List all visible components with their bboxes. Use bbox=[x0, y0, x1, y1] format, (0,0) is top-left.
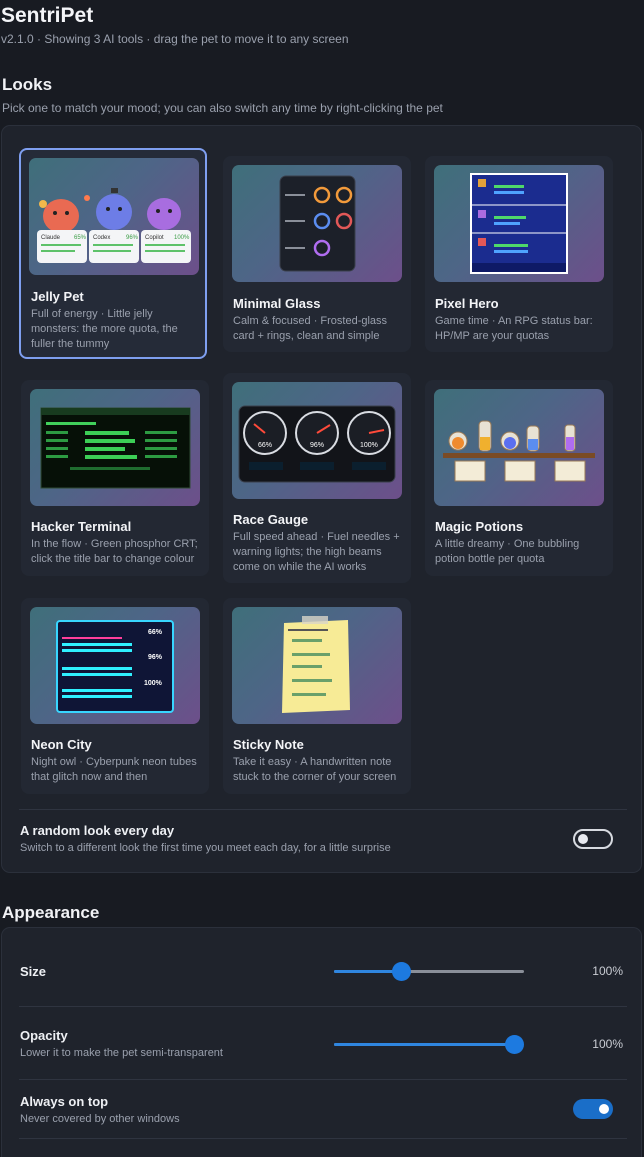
look-card-sticky-note[interactable]: Sticky Note Take it easy · A handwritten… bbox=[223, 598, 411, 794]
look-card-neon-city[interactable]: 66% 96% 100% Neon City Night owl · Cyber… bbox=[21, 598, 209, 794]
neon-pct-1: 66% bbox=[148, 629, 163, 636]
card-name: Pixel Hero bbox=[435, 296, 499, 311]
size-slider-fill bbox=[334, 970, 401, 973]
always-on-top-desc: Never covered by other windows bbox=[20, 1113, 180, 1125]
random-look-toggle[interactable] bbox=[573, 829, 613, 849]
size-label: Size bbox=[20, 964, 47, 979]
divider bbox=[19, 1138, 627, 1139]
sticky-note-preview bbox=[232, 607, 402, 724]
looks-title: Looks bbox=[2, 75, 53, 94]
looks-description: Pick one to match your mood; you can als… bbox=[2, 101, 443, 115]
opacity-value: 100% bbox=[592, 1037, 623, 1051]
size-slider[interactable] bbox=[334, 962, 524, 981]
random-look-desc: Switch to a different look the first tim… bbox=[20, 842, 391, 854]
neon-city-preview: 66% 96% 100% bbox=[30, 607, 200, 724]
jelly-tool-3: Copilot bbox=[145, 235, 164, 241]
look-card-race-gauge[interactable]: 66% 96% 100% Race Gauge Full speed ahead… bbox=[223, 373, 411, 583]
neon-pct-2: 96% bbox=[148, 654, 163, 661]
card-name: Sticky Note bbox=[233, 737, 304, 752]
card-desc: Full speed ahead · Fuel needles + warnin… bbox=[233, 531, 400, 573]
card-desc: Game time · An RPG status bar: HP/MP are… bbox=[435, 315, 593, 342]
look-card-jelly-pet[interactable]: Claude 65% Codex 96% Copilot 100% Jelly … bbox=[19, 148, 207, 359]
race-gauge-preview: 66% 96% 100% bbox=[232, 382, 402, 499]
always-on-top-toggle[interactable] bbox=[573, 1099, 613, 1119]
app-title: SentriPet bbox=[1, 4, 94, 27]
size-value: 100% bbox=[592, 964, 623, 978]
look-card-pixel-hero[interactable]: Pixel Hero Game time · An RPG status bar… bbox=[425, 156, 613, 352]
card-name: Neon City bbox=[31, 737, 92, 752]
card-desc: Full of energy · Little jelly monsters: … bbox=[31, 308, 178, 350]
neon-pct-3: 100% bbox=[144, 680, 163, 687]
card-name: Magic Potions bbox=[435, 519, 524, 534]
pixel-hero-preview bbox=[434, 165, 604, 282]
app-subtitle: v2.1.0 · Showing 3 AI tools · drag the p… bbox=[1, 32, 349, 46]
hacker-terminal-preview bbox=[30, 389, 200, 506]
appearance-title: Appearance bbox=[2, 903, 100, 922]
card-name: Race Gauge bbox=[233, 512, 309, 527]
opacity-slider-thumb[interactable] bbox=[505, 1035, 524, 1054]
jelly-pct-1: 65% bbox=[74, 235, 87, 241]
card-desc: Take it easy · A handwritten note stuck … bbox=[233, 756, 397, 783]
divider bbox=[19, 809, 627, 810]
jelly-pet-preview: Claude 65% Codex 96% Copilot 100% bbox=[29, 158, 199, 275]
jelly-tool-1: Claude bbox=[41, 235, 61, 241]
card-desc: Calm & focused · Frosted-glass card + ri… bbox=[233, 315, 388, 342]
random-look-label: A random look every day bbox=[20, 823, 175, 838]
jelly-tool-2: Codex bbox=[93, 235, 110, 241]
looks-panel: Claude 65% Codex 96% Copilot 100% Jelly … bbox=[1, 125, 642, 873]
opacity-slider-fill bbox=[334, 1043, 514, 1046]
look-card-magic-potions[interactable]: Magic Potions A little dreamy · One bubb… bbox=[425, 380, 613, 576]
card-desc: A little dreamy · One bubbling potion bo… bbox=[435, 538, 580, 565]
gauge-pct-1: 66% bbox=[258, 442, 272, 449]
card-name: Jelly Pet bbox=[31, 289, 84, 304]
card-desc: Night owl · Cyberpunk neon tubes that gl… bbox=[31, 756, 197, 783]
minimal-glass-preview bbox=[232, 165, 402, 282]
opacity-label: Opacity bbox=[20, 1028, 68, 1043]
divider bbox=[19, 1079, 627, 1080]
gauge-pct-3: 100% bbox=[360, 442, 378, 449]
card-name: Minimal Glass bbox=[233, 296, 321, 311]
look-card-hacker-terminal[interactable]: Hacker Terminal In the flow · Green phos… bbox=[21, 380, 209, 576]
jelly-pct-3: 100% bbox=[174, 235, 190, 241]
toggle-knob bbox=[578, 834, 588, 844]
size-slider-thumb[interactable] bbox=[391, 962, 411, 981]
toggle-knob bbox=[599, 1104, 609, 1114]
look-card-minimal-glass[interactable]: Minimal Glass Calm & focused · Frosted-g… bbox=[223, 156, 411, 352]
opacity-desc: Lower it to make the pet semi-transparen… bbox=[20, 1047, 223, 1059]
appearance-panel: Size 100% Opacity Lower it to make the p… bbox=[1, 927, 642, 1157]
magic-potions-preview bbox=[434, 389, 604, 506]
card-name: Hacker Terminal bbox=[31, 519, 132, 534]
always-on-top-label: Always on top bbox=[20, 1094, 109, 1109]
divider bbox=[19, 1006, 627, 1007]
jelly-pct-2: 96% bbox=[126, 235, 139, 241]
gauge-pct-2: 96% bbox=[310, 442, 324, 449]
opacity-slider[interactable] bbox=[334, 1035, 524, 1054]
card-desc: In the flow · Green phosphor CRT; click … bbox=[31, 538, 198, 565]
